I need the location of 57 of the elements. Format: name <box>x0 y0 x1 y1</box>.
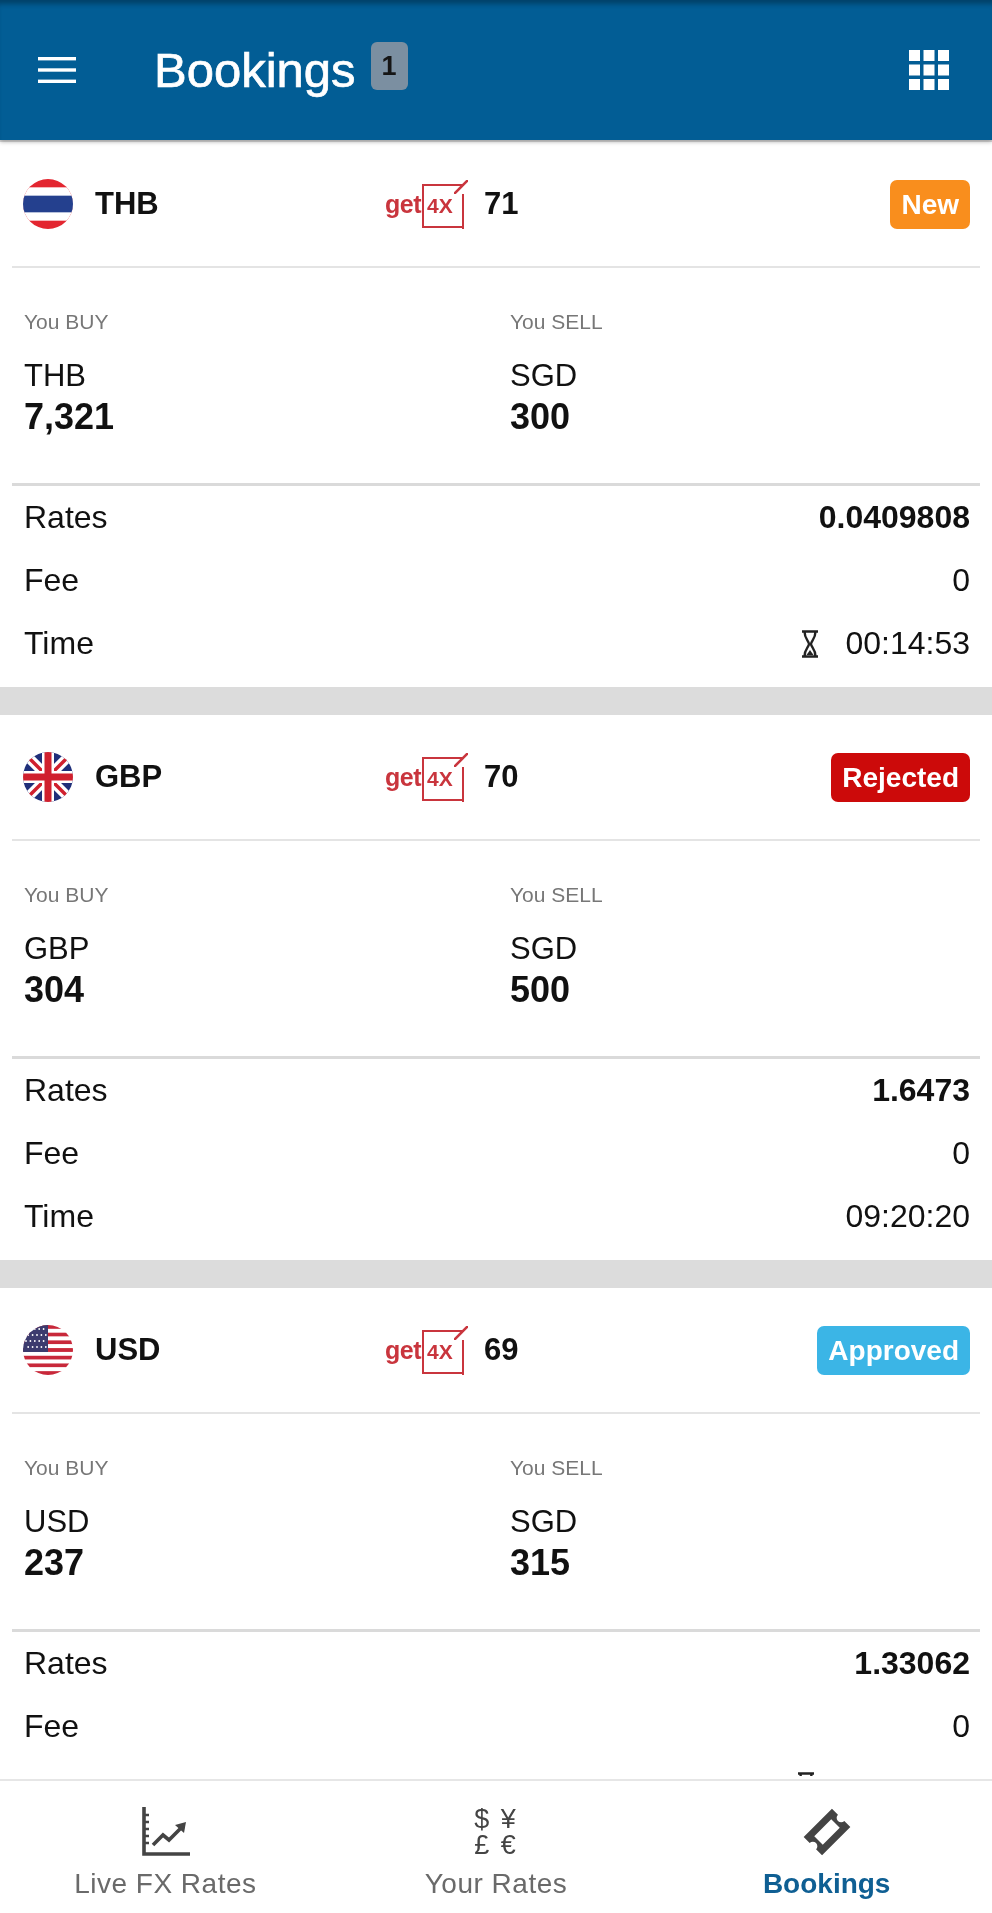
currency-code: GBP <box>95 759 163 795</box>
buy-currency: USD <box>24 1503 90 1541</box>
buy-label: You BUY <box>24 309 109 335</box>
buy-label: You BUY <box>24 882 109 908</box>
buy-currency: GBP <box>24 930 90 968</box>
detail-value: 00:14:53 <box>845 625 970 662</box>
line-chart-icon <box>139 1806 192 1858</box>
buy-amount: 7,321 <box>24 396 115 438</box>
menu-button[interactable] <box>38 57 76 83</box>
booking-number: 70 <box>484 759 519 795</box>
buy-currency: THB <box>24 357 86 395</box>
sell-label: You SELL <box>510 882 603 908</box>
sell-amount: 300 <box>510 396 571 438</box>
detail-value: 0 <box>952 1135 970 1172</box>
booking-number: 71 <box>484 186 519 222</box>
currency-symbols: $ ¥ £ € <box>474 1806 518 1858</box>
apps-grid-button[interactable] <box>909 50 949 90</box>
detail-label: Rates <box>24 1072 108 1109</box>
grid-icon <box>909 50 949 90</box>
nav-tab[interactable]: Live FX Rates <box>0 1781 331 1913</box>
detail-label: Fee <box>24 1135 80 1172</box>
buy-amount: 237 <box>24 1542 85 1584</box>
sell-currency: SGD <box>510 930 578 968</box>
currency-code: USD <box>95 1332 161 1368</box>
detail-label: Fee <box>24 1708 80 1745</box>
detail-label: Time <box>24 1198 94 1235</box>
nav-tab[interactable]: $ ¥ £ € Your Rates <box>330 1781 662 1913</box>
sell-amount: 500 <box>510 969 571 1011</box>
status-badge: Approved <box>817 1325 970 1375</box>
nav-tab[interactable]: Bookings <box>661 1781 992 1913</box>
sell-currency: SGD <box>510 357 578 395</box>
detail-label: Fee <box>24 562 80 599</box>
uk-flag-icon <box>23 752 73 802</box>
menu-icon <box>38 57 76 83</box>
sell-label: You SELL <box>510 1455 603 1481</box>
detail-label: Rates <box>24 499 108 536</box>
booking-number: 69 <box>484 1332 519 1368</box>
sell-label: You SELL <box>510 309 603 335</box>
detail-value: 0.0409808 <box>818 499 970 536</box>
detail-value: 0 <box>952 562 970 599</box>
thailand-flag-icon <box>23 179 73 229</box>
sell-amount: 315 <box>510 1542 571 1584</box>
detail-value: 0 <box>952 1708 970 1745</box>
detail-label: Time <box>24 625 94 662</box>
buy-label: You BUY <box>24 1455 109 1481</box>
detail-value: 1.33062 <box>854 1645 970 1682</box>
sell-currency: SGD <box>510 1503 578 1541</box>
count-badge: 1 <box>370 42 408 90</box>
us-flag-icon <box>23 1325 73 1375</box>
status-badge: New <box>890 179 970 229</box>
detail-label: Rates <box>24 1645 108 1682</box>
buy-amount: 304 <box>24 969 85 1011</box>
currency-code: THB <box>95 186 159 222</box>
page-title: Bookings <box>154 42 356 98</box>
status-badge: Rejected <box>831 752 970 802</box>
detail-value: 09:20:20 <box>845 1198 970 1235</box>
detail-value: 1.6473 <box>872 1072 970 1109</box>
